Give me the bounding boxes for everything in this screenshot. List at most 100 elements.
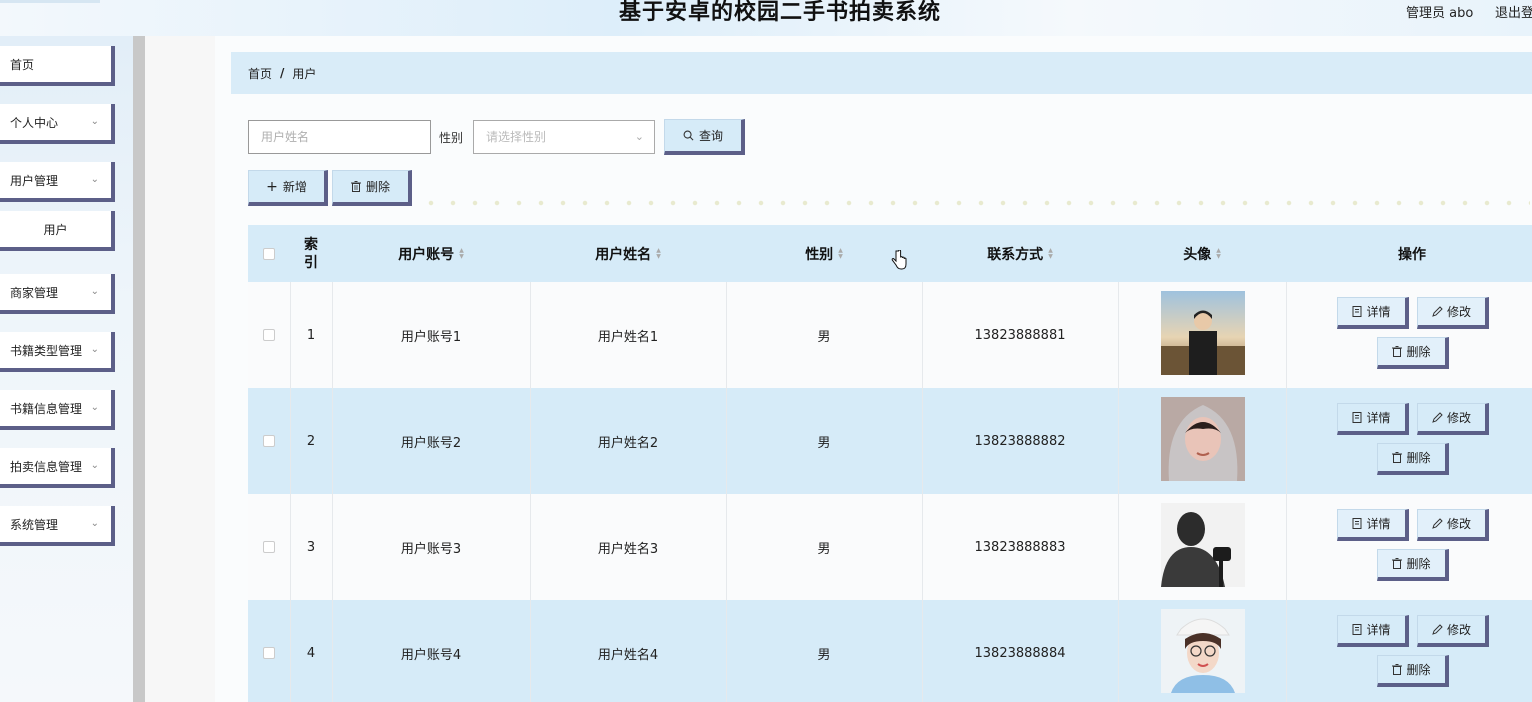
sidebar-gap xyxy=(145,36,215,702)
delete-button[interactable]: 删除 xyxy=(1377,549,1449,581)
cell-name: 用户姓名1 xyxy=(597,329,659,345)
sidebar-item-book-type-mgmt[interactable]: 书籍类型管理 ⌄ xyxy=(0,332,115,372)
chevron-down-icon: ⌄ xyxy=(90,460,99,471)
cell-gender: 男 xyxy=(817,329,831,345)
detail-button[interactable]: 详情 xyxy=(1337,403,1409,435)
edit-button[interactable]: 修改 xyxy=(1417,509,1489,541)
table-row[interactable]: 4 用户账号4 用户姓名4 男 13823888884 详情 修改 删除 xyxy=(248,600,1532,702)
sidebar-item-system-mgmt[interactable]: 系统管理 ⌄ xyxy=(0,506,115,546)
edit-button-label: 修改 xyxy=(1446,305,1471,319)
row-select[interactable] xyxy=(248,600,290,702)
cell-account: 用户账号4 xyxy=(400,647,462,663)
avatar-photo-1[interactable] xyxy=(1161,291,1245,375)
table-row[interactable]: 1 用户账号1 用户姓名1 男 13823888881 详情 修改 删除 xyxy=(248,282,1532,388)
delete-button[interactable]: 删除 xyxy=(1377,655,1449,687)
sidebar-item-user-mgmt[interactable]: 用户管理 ⌄ xyxy=(0,162,115,202)
plus-icon: + xyxy=(266,178,278,195)
sidebar-item-label: 首页 xyxy=(10,57,35,72)
header-name[interactable]: 用户姓名 ▲ ▼ xyxy=(530,225,726,282)
breadcrumb-home[interactable]: 首页 xyxy=(248,65,272,82)
sidebar-item-auction-mgmt[interactable]: 拍卖信息管理 ⌄ xyxy=(0,448,115,488)
cell-phone: 13823888882 xyxy=(974,433,1066,449)
chevron-down-icon: ⌄ xyxy=(90,116,99,127)
breadcrumb-separator: / xyxy=(280,66,285,80)
app-title: 基于安卓的校园二手书拍卖系统 xyxy=(618,0,941,25)
detail-button-label: 详情 xyxy=(1366,517,1391,531)
cell-name: 用户姓名2 xyxy=(597,435,659,451)
cell-index: 2 xyxy=(306,433,316,449)
sidebar-item-home[interactable]: 首页 xyxy=(0,46,115,86)
avatar-photo-3[interactable] xyxy=(1161,503,1245,587)
avatar-photo-2[interactable] xyxy=(1161,397,1245,481)
header-accent xyxy=(0,0,100,3)
add-button[interactable]: + 新增 xyxy=(248,170,328,206)
table-row[interactable]: 2 用户账号2 用户姓名2 男 13823888882 详情 修改 删除 xyxy=(248,388,1532,494)
top-header: 基于安卓的校园二手书拍卖系统 管理员 abo 退出登 xyxy=(0,0,1532,36)
header-avatar[interactable]: 头像 ▲ ▼ xyxy=(1118,225,1286,282)
header-account[interactable]: 用户账号 ▲ ▼ xyxy=(332,225,530,282)
detail-button[interactable]: 详情 xyxy=(1337,509,1409,541)
header-ops: 操作 xyxy=(1286,225,1532,282)
query-button[interactable]: 查询 xyxy=(664,119,745,155)
edit-button-label: 修改 xyxy=(1446,411,1471,425)
row-checkbox[interactable] xyxy=(263,435,275,447)
detail-button[interactable]: 详情 xyxy=(1337,297,1409,329)
cell-gender: 男 xyxy=(817,435,831,451)
sidebar-item-book-info-mgmt[interactable]: 书籍信息管理 ⌄ xyxy=(0,390,115,430)
edit-button[interactable]: 修改 xyxy=(1417,297,1489,329)
cell-account: 用户账号3 xyxy=(400,541,462,557)
chevron-down-icon: ⌄ xyxy=(90,402,99,413)
chevron-down-icon: ⌄ xyxy=(90,518,99,529)
cell-account: 用户账号2 xyxy=(400,435,462,451)
header-name-label: 用户姓名 xyxy=(595,246,652,263)
name-search-input[interactable] xyxy=(248,120,431,154)
row-checkbox[interactable] xyxy=(263,541,275,553)
detail-button-label: 详情 xyxy=(1366,411,1391,425)
avatar-photo-4[interactable] xyxy=(1161,609,1245,693)
trash-icon xyxy=(350,181,361,192)
sort-icon[interactable]: ▲ ▼ xyxy=(459,247,464,260)
sidebar-item-users[interactable]: 用户 xyxy=(0,211,115,251)
header-phone[interactable]: 联系方式 ▲ ▼ xyxy=(922,225,1118,282)
sidebar-item-profile[interactable]: 个人中心 ⌄ xyxy=(0,104,115,144)
sidebar-item-merchant-mgmt[interactable]: 商家管理 ⌄ xyxy=(0,274,115,314)
edit-button[interactable]: 修改 xyxy=(1417,615,1489,647)
cell-name: 用户姓名3 xyxy=(597,541,659,557)
delete-button-label: 删除 xyxy=(1406,345,1431,359)
row-checkbox[interactable] xyxy=(263,329,275,341)
logout-link[interactable]: 退出登 xyxy=(1495,2,1532,21)
sort-icon[interactable]: ▲ ▼ xyxy=(656,247,661,260)
header-select-all[interactable] xyxy=(248,225,290,282)
select-all-checkbox[interactable] xyxy=(263,247,275,260)
detail-button-label: 详情 xyxy=(1366,305,1391,319)
pencil-icon xyxy=(1432,412,1443,423)
hand-cursor-icon xyxy=(891,250,907,270)
delete-button[interactable]: 删除 xyxy=(1377,443,1449,475)
gender-select[interactable]: 请选择性别 ⌄ xyxy=(473,120,655,154)
row-select[interactable] xyxy=(248,494,290,600)
sort-icon[interactable]: ▲ ▼ xyxy=(1048,247,1053,260)
sort-icon[interactable]: ▲ ▼ xyxy=(838,247,843,260)
pencil-icon xyxy=(1432,624,1443,635)
table-row[interactable]: 3 用户账号3 用户姓名3 男 13823888883 详情 修改 删除 xyxy=(248,494,1532,600)
cell-name: 用户姓名4 xyxy=(597,647,659,663)
sidebar-item-label: 拍卖信息管理 xyxy=(10,459,83,474)
add-button-label: 新增 xyxy=(282,180,307,194)
header-avatar-label: 头像 xyxy=(1183,246,1212,263)
sort-icon[interactable]: ▲ ▼ xyxy=(1216,247,1221,260)
sidebar-scroll-rail[interactable] xyxy=(133,36,145,702)
delete-button-label: 删除 xyxy=(1406,663,1431,677)
detail-button[interactable]: 详情 xyxy=(1337,615,1409,647)
row-checkbox[interactable] xyxy=(263,647,275,659)
delete-button[interactable]: 删除 xyxy=(1377,337,1449,369)
delete-button-label: 删除 xyxy=(1406,451,1431,465)
row-select[interactable] xyxy=(248,282,290,388)
sidebar-item-label: 书籍信息管理 xyxy=(10,401,83,416)
document-icon xyxy=(1352,306,1362,317)
bulk-delete-button[interactable]: 删除 xyxy=(332,170,412,206)
trash-icon xyxy=(1392,558,1403,569)
header-index-label: 索引 xyxy=(304,236,318,271)
edit-button[interactable]: 修改 xyxy=(1417,403,1489,435)
row-select[interactable] xyxy=(248,388,290,494)
decorative-dots xyxy=(420,200,1530,206)
